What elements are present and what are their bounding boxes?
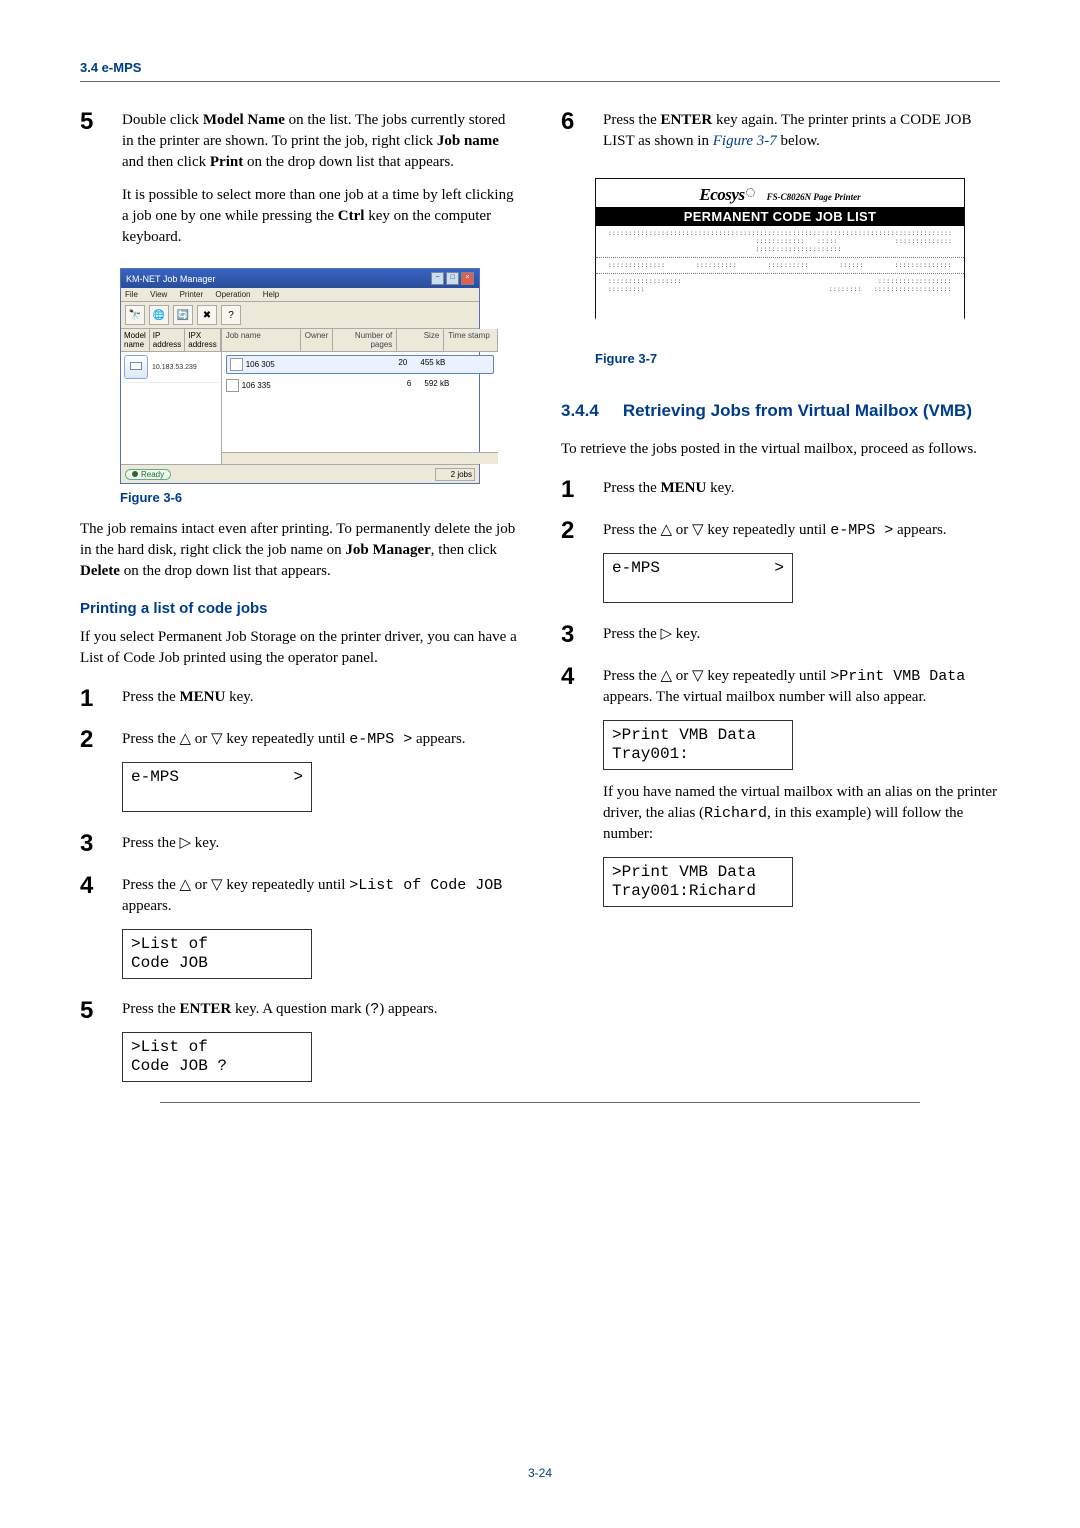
triangle-up-icon: △ [661,521,673,538]
printer-model: FS-C8026N Page Printer [767,192,861,202]
vmb-step-4: 4 Press the △ or ▽ key repeatedly until … [561,665,1000,919]
col-ip-address[interactable]: IP address [150,329,185,351]
lcd-display: e-MPS> [122,762,312,812]
job-icon [230,358,243,371]
ecosys-logo: Ecosys [699,185,754,204]
figure-3-7-caption: Figure 3-7 [595,351,1000,366]
vmb-step-1: 1 Press the MENU key. [561,478,1000,511]
triangle-right-icon: ▷ [661,625,673,642]
triangle-down-icon: ▽ [211,730,223,747]
job-row[interactable]: 106 305 20 455 kB [226,355,495,374]
menu-view[interactable]: View [150,290,167,299]
step-5: 5 Double click Model Name on the list. T… [80,110,519,260]
list-title-bar: PERMANENT CODE JOB LIST [596,207,964,226]
status-job-count: 2 jobs [435,468,475,481]
refresh-icon[interactable]: 🔄 [173,305,193,325]
triangle-down-icon: ▽ [211,876,223,893]
titlebar: KM-NET Job Manager − □ × [121,269,479,288]
cj-step-2: 2 Press the △ or ▽ key repeatedly until … [80,728,519,824]
col-size[interactable]: Size [397,329,444,351]
job-list-pane: Job name Owner Number of pages Size Time… [222,329,499,464]
horizontal-scrollbar[interactable] [222,452,499,464]
code-jobs-heading: Printing a list of code jobs [80,600,519,617]
delete-note: The job remains intact even after printi… [80,519,519,582]
figure-3-6-screenshot: KM-NET Job Manager − □ × File View Print… [120,268,480,484]
menubar: File View Printer Operation Help [121,288,479,302]
lcd-display: >Print VMB Data Tray001:Richard [603,857,793,907]
printer-list-pane: Model name IP address IPX address 10.183… [121,329,222,464]
left-column: 5 Double click Model Name on the list. T… [80,110,519,1102]
footer-rule [160,1102,920,1103]
col-job-name[interactable]: Job name [222,329,301,351]
minimize-button[interactable]: − [431,272,444,285]
col-owner[interactable]: Owner [301,329,334,351]
status-dot-icon [132,471,138,477]
lcd-display: e-MPS> [603,553,793,603]
triangle-down-icon: ▽ [692,521,704,538]
step5-paragraph-2: It is possible to select more than one j… [122,185,519,248]
menu-file[interactable]: File [125,290,138,299]
lcd-display: >List of Code JOB [122,929,312,979]
step5-paragraph-1: Double click Model Name on the list. The… [122,110,519,173]
col-pages[interactable]: Number of pages [333,329,397,351]
status-bar: Ready 2 jobs [121,464,479,483]
figure-3-6-caption: Figure 3-6 [120,490,519,505]
job-row[interactable]: 106 335 6 592 kB [222,377,499,394]
lcd-display: >List of Code JOB ? [122,1032,312,1082]
code-jobs-intro: If you select Permanent Job Storage on t… [80,627,519,669]
printout-row: :::::::::::::::::::::::::::::::::::: :::… [596,226,964,258]
menu-operation[interactable]: Operation [215,290,250,299]
alias-note: If you have named the virtual mailbox wi… [603,782,1000,845]
triangle-up-icon: △ [180,730,192,747]
printer-icon [124,355,148,379]
col-model-name[interactable]: Model name [121,329,150,351]
job-icon [226,379,239,392]
vmb-intro: To retrieve the jobs posted in the virtu… [561,439,1000,460]
binoculars-icon[interactable]: 🔭 [125,305,145,325]
window-title: KM-NET Job Manager [126,274,215,284]
close-button[interactable]: × [461,272,474,285]
delete-icon[interactable]: ✖ [197,305,217,325]
col-timestamp[interactable]: Time stamp [444,329,498,351]
vmb-step-2: 2 Press the △ or ▽ key repeatedly until … [561,519,1000,615]
figure-3-7-link[interactable]: Figure 3-7 [713,133,777,149]
header-rule [80,81,1000,82]
section-3-4-4-heading: 3.4.4 Retrieving Jobs from Virtual Mailb… [561,400,1000,421]
page-header-section: 3.4 e-MPS [80,60,1000,75]
printout-header: Ecosys FS-C8026N Page Printer [596,179,964,207]
globe-icon[interactable]: 🌐 [149,305,169,325]
figure-3-7-printout: Ecosys FS-C8026N Page Printer PERMANENT … [595,178,965,345]
maximize-button[interactable]: □ [446,272,459,285]
right-column: 6 Press the ENTER key again. The printer… [561,110,1000,1102]
printout-row: ::::::::::::::::::::::::::::::::::::::::… [596,258,964,274]
logo-ring-icon [746,188,755,197]
cj-step-3: 3 Press the ▷ key. [80,832,519,866]
step-number: 5 [80,110,104,260]
col-ipx-address[interactable]: IPX address [185,329,220,351]
cj-step-4: 4 Press the △ or ▽ key repeatedly until … [80,874,519,991]
cj-step-5: 5 Press the ENTER key. A question mark (… [80,999,519,1094]
toolbar: 🔭 🌐 🔄 ✖ ? [121,302,479,329]
triangle-right-icon: ▷ [180,834,192,851]
help-icon[interactable]: ? [221,305,241,325]
triangle-up-icon: △ [180,876,192,893]
lcd-display: >Print VMB Data Tray001: [603,720,793,770]
menu-help[interactable]: Help [263,290,279,299]
printout-row: ::::::::::::::::::::::::::: ::::::::::::… [596,274,964,297]
cj-step-1: 1 Press the MENU key. [80,687,519,720]
printer-row[interactable]: 10.183.53.239 [121,352,221,383]
triangle-down-icon: ▽ [692,667,704,684]
status-ready: Ready [125,469,171,480]
printer-ip: 10.183.53.239 [152,364,197,371]
step-6: 6 Press the ENTER key again. The printer… [561,110,1000,164]
menu-printer[interactable]: Printer [180,290,204,299]
triangle-up-icon: △ [661,667,673,684]
page-number: 3-24 [0,1466,1080,1480]
vmb-step-3: 3 Press the ▷ key. [561,623,1000,657]
